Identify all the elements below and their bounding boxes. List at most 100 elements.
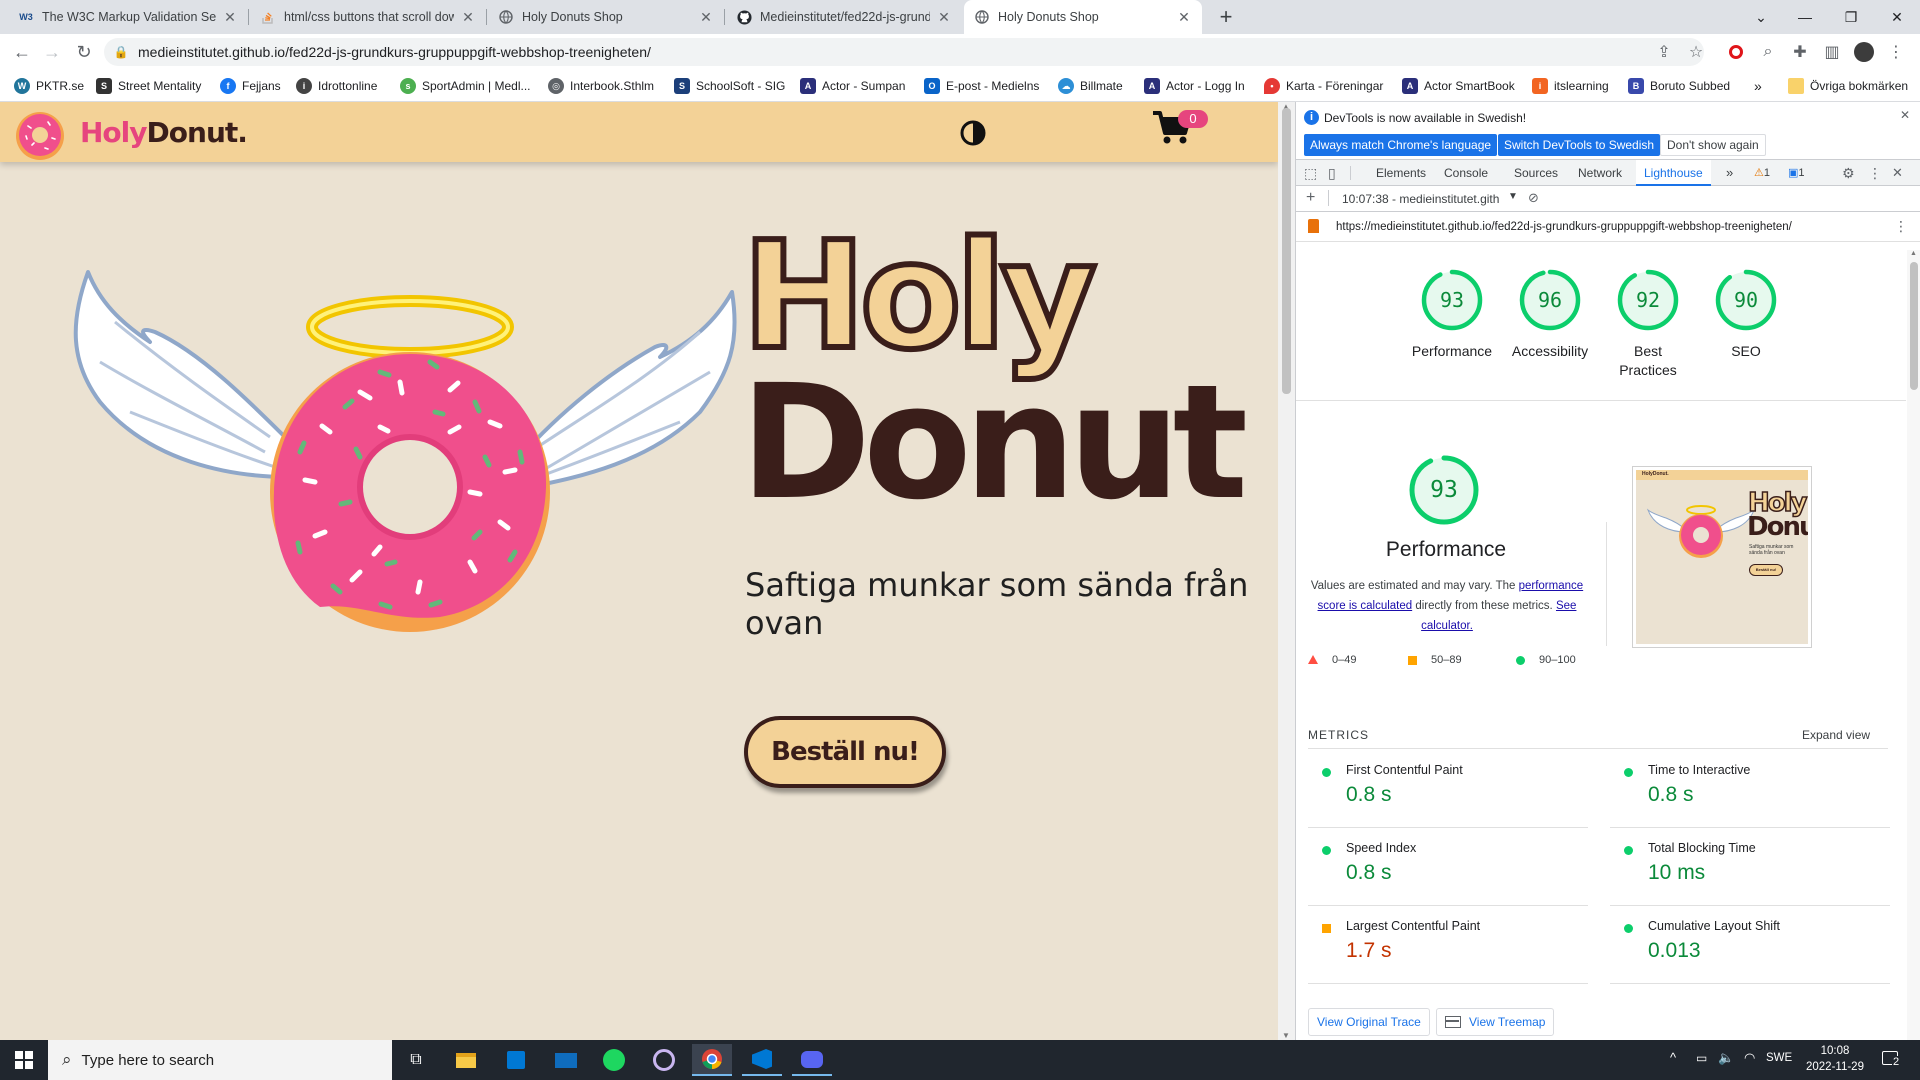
store-icon[interactable] <box>496 1044 536 1076</box>
bookmark-item[interactable]: O E-post - Medielns <box>924 76 1039 96</box>
side-panel-icon[interactable]: ▥ <box>1820 40 1844 64</box>
bookmark-star-icon[interactable]: ☆ <box>1684 40 1708 64</box>
bookmark-item[interactable]: S SchoolSoft - SIG <box>674 76 785 96</box>
bookmark-item[interactable]: ◎ Interbook.Sthlm <box>548 76 654 96</box>
devtools-scrollbar[interactable]: ▲ <box>1907 250 1920 1040</box>
expand-view-toggle[interactable]: Expand view <box>1802 728 1870 742</box>
network-icon[interactable]: ◠ <box>1744 1050 1755 1066</box>
chevron-down-icon[interactable]: ▼ <box>1508 191 1518 202</box>
tab-search-icon[interactable]: ⌄ <box>1738 0 1784 34</box>
close-tab-icon[interactable]: ✕ <box>460 9 476 26</box>
bookmark-item[interactable]: W PKTR.se <box>14 76 84 96</box>
vscode-icon[interactable] <box>742 1044 782 1076</box>
bookmark-item[interactable]: s SportAdmin | Medl... <box>400 76 531 96</box>
tab-console[interactable]: Console <box>1444 160 1488 186</box>
dont-show-again-button[interactable]: Don't show again <box>1660 134 1766 156</box>
other-bookmarks[interactable]: Övriga bokmärken <box>1788 76 1908 96</box>
score-gauge-accessibility[interactable]: 96 <box>1518 268 1582 332</box>
puzzle-icon[interactable]: ✚ <box>1788 40 1812 64</box>
chrome-icon[interactable] <box>692 1044 732 1076</box>
task-view-icon[interactable]: ⧉ <box>396 1044 436 1076</box>
score-gauge-performance[interactable]: 93 <box>1420 268 1484 332</box>
browser-tab[interactable]: W3 The W3C Markup Validation Serv ✕ <box>8 0 248 34</box>
discord-icon[interactable] <box>792 1044 832 1076</box>
score-gauge-seo[interactable]: 90 <box>1714 268 1778 332</box>
minimize-icon[interactable]: — <box>1782 0 1828 34</box>
browser-tab[interactable]: html/css buttons that scroll dow ✕ <box>250 0 486 34</box>
show-hidden-icons[interactable]: ^ <box>1670 1050 1676 1065</box>
close-tab-icon[interactable]: ✕ <box>698 9 714 26</box>
close-tab-icon[interactable]: ✕ <box>222 9 238 26</box>
bookmarks-overflow-button[interactable]: » <box>1754 76 1762 96</box>
score-gauge-best-practices[interactable]: 92 <box>1616 268 1680 332</box>
restore-icon[interactable]: ❐ <box>1828 0 1874 34</box>
volume-icon[interactable]: 🔈 <box>1718 1050 1734 1066</box>
scroll-up-icon[interactable]: ▲ <box>1910 250 1917 257</box>
close-infobar-icon[interactable]: ✕ <box>1900 108 1910 122</box>
report-url[interactable]: https://medieinstitutet.github.io/fed22d… <box>1336 221 1792 233</box>
browser-tab[interactable]: Medieinstitutet/fed22d-js-grundk ✕ <box>726 0 962 34</box>
clear-reports-icon[interactable]: ⊘ <box>1528 190 1539 206</box>
language-indicator[interactable]: SWE <box>1766 1052 1792 1064</box>
messages-counter[interactable]: ▣1 <box>1788 160 1805 186</box>
clock[interactable]: 10:08 2022-11-29 <box>1800 1043 1870 1075</box>
bookmark-item[interactable]: A Actor - Logg In <box>1144 76 1245 96</box>
spotify-icon[interactable] <box>594 1044 634 1076</box>
reload-icon[interactable]: ↻ <box>72 40 96 64</box>
menu-kebab-icon[interactable]: ⋮ <box>1884 40 1908 64</box>
share-icon[interactable]: ⇪ <box>1652 40 1676 64</box>
app-icon[interactable] <box>644 1044 684 1076</box>
lock-icon[interactable]: 🔒 <box>104 45 138 59</box>
bookmark-item[interactable]: S Street Mentality <box>96 76 201 96</box>
page-screenshot-thumbnail[interactable]: HolyDonut. Holy Donut Saftiga munkar som… <box>1632 466 1812 648</box>
bookmark-item[interactable]: f Fejjans <box>220 76 281 96</box>
browser-tab-active[interactable]: Holy Donuts Shop ✕ <box>964 0 1202 34</box>
device-toolbar-icon[interactable]: ▯ <box>1328 160 1336 186</box>
report-select[interactable]: 10:07:38 - medieinstitutet.gith <box>1342 192 1514 206</box>
page-scrollbar[interactable]: ▲ ▼ <box>1278 102 1295 1040</box>
close-window-icon[interactable]: ✕ <box>1874 0 1920 34</box>
scrollbar-thumb[interactable] <box>1282 108 1291 394</box>
notifications-button[interactable]: 2 <box>1880 1048 1904 1072</box>
new-tab-button[interactable]: + <box>1204 0 1248 34</box>
bookmark-item[interactable]: i itslearning <box>1532 76 1609 96</box>
switch-to-swedish-button[interactable]: Switch DevTools to Swedish <box>1498 134 1661 156</box>
always-match-language-button[interactable]: Always match Chrome's language <box>1304 134 1498 156</box>
bookmark-item[interactable]: ☁ Billmate <box>1058 76 1123 96</box>
tab-elements[interactable]: Elements <box>1376 160 1426 186</box>
order-now-button[interactable]: Beställ nu! <box>744 716 946 788</box>
scroll-down-icon[interactable]: ▼ <box>1282 1031 1290 1040</box>
tab-lighthouse[interactable]: Lighthouse <box>1636 160 1711 186</box>
taskbar-search-box[interactable]: ⌕ Type here to search <box>48 1040 392 1080</box>
windows-start-icon[interactable] <box>4 1044 44 1076</box>
bookmark-item[interactable]: i Idrottonline <box>296 76 377 96</box>
report-menu-icon[interactable]: ⋮ <box>1894 218 1908 235</box>
file-explorer-icon[interactable] <box>446 1044 486 1076</box>
close-tab-icon[interactable]: ✕ <box>1176 9 1192 26</box>
view-treemap-button[interactable]: View Treemap <box>1436 1008 1555 1036</box>
extension-icon[interactable]: ⌕ <box>1756 40 1780 64</box>
inspect-element-icon[interactable]: ⬚ <box>1304 160 1317 186</box>
view-original-trace-button[interactable]: View Original Trace <box>1308 1008 1430 1036</box>
scrollbar-thumb[interactable] <box>1910 262 1918 390</box>
donut-logo-icon[interactable] <box>14 110 66 162</box>
bookmark-item[interactable]: B Boruto Subbed <box>1628 76 1730 96</box>
tab-network[interactable]: Network <box>1578 160 1622 186</box>
theme-toggle-icon[interactable] <box>960 120 986 146</box>
opera-extension-icon[interactable] <box>1724 40 1748 64</box>
browser-tab[interactable]: Holy Donuts Shop ✕ <box>488 0 724 34</box>
new-report-icon[interactable]: + <box>1306 189 1315 207</box>
tab-sources[interactable]: Sources <box>1514 160 1558 186</box>
bookmark-item[interactable]: • Karta - Föreningar <box>1264 76 1383 96</box>
bookmark-item[interactable]: A Actor SmartBook <box>1402 76 1515 96</box>
warnings-counter[interactable]: ⚠1 <box>1754 160 1770 186</box>
more-tabs-button[interactable]: » <box>1726 160 1733 186</box>
forward-icon[interactable]: → <box>40 40 64 64</box>
profile-avatar[interactable] <box>1852 40 1876 64</box>
devtools-menu-icon[interactable]: ⋮ <box>1868 160 1882 186</box>
settings-gear-icon[interactable]: ⚙ <box>1842 160 1855 186</box>
back-icon[interactable]: ← <box>10 40 34 64</box>
battery-icon[interactable]: ▭ <box>1696 1051 1707 1065</box>
brand-logo[interactable]: HolyDonut. <box>80 116 248 149</box>
address-bar[interactable]: 🔒 medieinstitutet.github.io/fed22d-js-gr… <box>104 38 1704 66</box>
